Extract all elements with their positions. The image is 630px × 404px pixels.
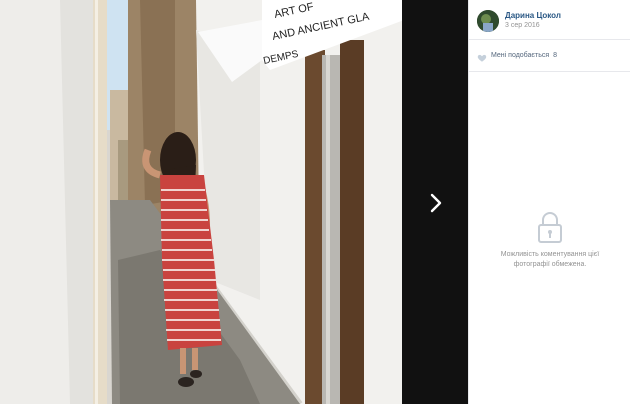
photo-side-panel: Дарина Цокол 3 сер 2016 Мені подобається… [468,0,630,404]
avatar-image [477,10,499,32]
heart-icon [477,50,487,62]
like-button[interactable]: Мені подобається 8 [477,49,558,62]
chevron-right-icon [430,193,442,213]
viewer-stage [402,0,468,404]
post-date[interactable]: 3 сер 2016 [505,22,540,29]
comments-closed-text: Можливість коментування цієї фотографії … [500,251,600,268]
next-photo-button[interactable] [426,188,446,218]
photo[interactable]: ART OF AND ANCIENT GLA DEMPS [0,0,404,404]
photo-viewer: ART OF AND ANCIENT GLA DEMPS Дарина Цоко… [0,0,630,404]
author-header: Дарина Цокол 3 сер 2016 [469,0,630,40]
likes-label: Мені подобається [491,51,550,59]
photo-image: ART OF AND ANCIENT GLA DEMPS [0,0,404,404]
comments-closed-notice: Можливість коментування цієї фотографії … [469,210,630,270]
author-name-link[interactable]: Дарина Цокол [505,11,561,20]
avatar[interactable] [477,10,499,32]
divider [469,71,630,72]
likes-count: 8 [553,51,558,59]
lock-icon [538,212,562,243]
